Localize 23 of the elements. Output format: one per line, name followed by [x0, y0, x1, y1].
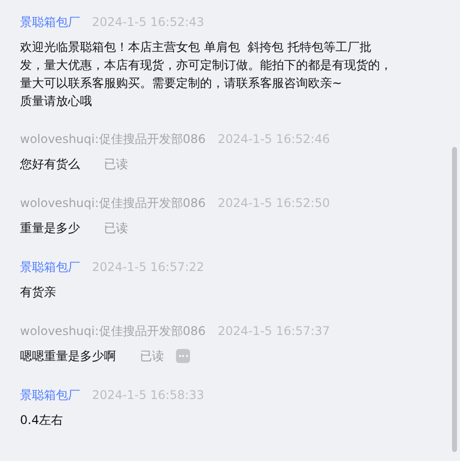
message-text: 0.4左右	[20, 412, 64, 429]
message-time: 2024-1-5 16:58:33	[92, 387, 204, 404]
message-text: 您好有货么	[20, 156, 80, 173]
message-time: 2024-1-5 16:52:43	[92, 14, 204, 31]
message-text: 有货亲	[20, 284, 56, 301]
scrollbar[interactable]	[452, 147, 457, 452]
message-time: 2024-1-5 16:52:46	[218, 131, 330, 148]
message-time: 2024-1-5 16:52:50	[218, 195, 330, 212]
sender-name: woloveshuqi:促佳搜品开发部086	[20, 131, 206, 148]
sender-name: 景聪箱包厂	[20, 259, 80, 276]
sender-name: woloveshuqi:促佳搜品开发部086	[20, 195, 206, 212]
more-button[interactable]	[176, 349, 190, 363]
sender-name: 景聪箱包厂	[20, 14, 80, 31]
sender-name: 景聪箱包厂	[20, 387, 80, 404]
read-status: 已读	[104, 220, 128, 237]
read-status: 已读	[140, 348, 164, 365]
message-text: 重量是多少	[20, 220, 80, 237]
message-text: 欢迎光临景聪箱包！本店主营女包 单肩包 斜挎包 托特包等工厂批发，量大优惠，本店有现货，亦可定制订做。能拍下的都是有现货的，量大可以联系客服购买。需要定制的，请联系客服咨询欧亲~ 质量请放心哦	[20, 39, 392, 110]
message-time: 2024-1-5 16:57:22	[92, 259, 204, 276]
read-status: 已读	[104, 156, 128, 173]
message-time: 2024-1-5 16:57:37	[218, 323, 330, 340]
message-text: 嗯嗯重量是多少啊	[20, 348, 116, 365]
sender-name: woloveshuqi:促佳搜品开发部086	[20, 323, 206, 340]
